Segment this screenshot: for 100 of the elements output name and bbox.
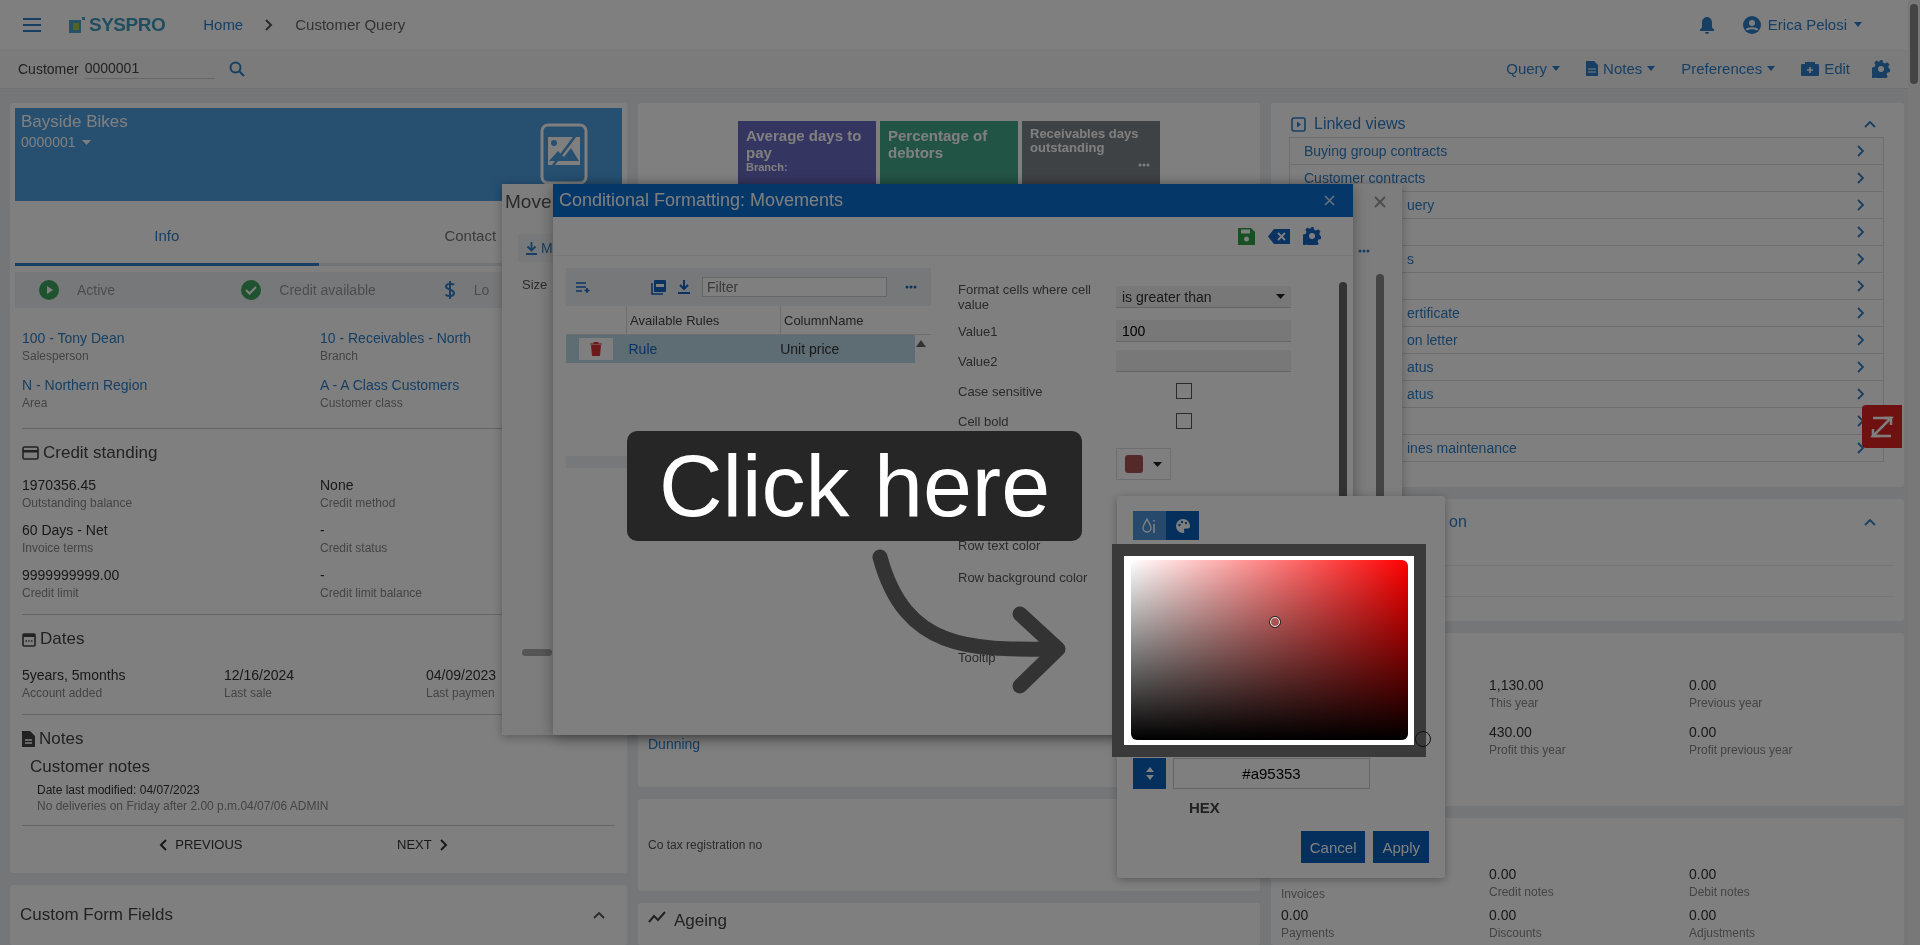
value-field[interactable]: 100 <box>1116 320 1291 342</box>
chevron-right-icon <box>1857 172 1865 184</box>
chevron-right-icon <box>1857 307 1865 319</box>
stat-label: Adjustments <box>1689 926 1757 940</box>
scrollbar[interactable] <box>1908 0 1920 945</box>
kpi-title: Percentage of debtors <box>888 127 989 161</box>
toolbar-menu[interactable]: Query <box>1500 59 1567 78</box>
previous-button[interactable]: PREVIOUS <box>153 836 249 853</box>
field-value[interactable]: N - Northern Region <box>22 377 270 393</box>
toolbar-menu[interactable]: Notes <box>1580 59 1662 78</box>
field-label: Customer class <box>320 396 404 410</box>
delete-button[interactable] <box>578 338 613 360</box>
search-icon[interactable] <box>228 60 245 77</box>
table-cell[interactable]: Rule <box>625 341 778 357</box>
palette-mode-button[interactable] <box>1166 511 1199 540</box>
chevron-right-icon <box>1857 388 1865 400</box>
customer-field[interactable]: 0000001 <box>84 58 215 79</box>
caret-icon <box>1647 66 1656 71</box>
checkbox[interactable] <box>1176 413 1192 429</box>
value-field[interactable] <box>1116 350 1291 372</box>
notes-subtitle: Customer notes <box>29 756 151 777</box>
field-value: 60 Days - Net <box>22 522 109 538</box>
stat-value: 0.00 <box>1689 677 1718 693</box>
field-value: 1970356.45 <box>22 477 97 493</box>
stat-value: 430.00 <box>1489 724 1533 740</box>
section-title: Notes <box>39 729 84 749</box>
color-dropdown[interactable] <box>1116 448 1171 480</box>
close-icon[interactable] <box>1374 196 1386 208</box>
stat-label: Discounts <box>1489 926 1543 940</box>
stat-value: 0.00 <box>1489 866 1518 882</box>
tab[interactable]: Info <box>15 201 319 266</box>
chevron-left-icon <box>159 838 168 851</box>
caret-icon <box>1153 461 1162 467</box>
notes-text: No deliveries on Friday after 2.00 p.m.04/07/06 ADMIN <box>36 798 330 813</box>
caret-icon <box>1767 66 1776 71</box>
save-icon[interactable] <box>1238 227 1255 245</box>
column-header[interactable]: Available Rules <box>626 306 780 334</box>
toolbar-menu[interactable]: Preferences <box>1675 59 1782 78</box>
stat-value: 1,130.00 <box>1489 677 1545 693</box>
field-label: Value1 <box>958 323 999 339</box>
cancel-button[interactable]: Cancel <box>1300 831 1366 863</box>
checkbox[interactable] <box>1176 383 1192 399</box>
add-row-icon[interactable] <box>576 281 591 293</box>
column-header: Size <box>522 277 548 292</box>
field-label: Outstanding balance <box>22 496 134 510</box>
horizontal-scrollbar[interactable] <box>522 649 552 656</box>
customer-code-dropdown[interactable]: 0000001 <box>21 132 91 152</box>
collapse-icon[interactable] <box>593 911 605 919</box>
field-value[interactable]: 100 - Tony Dean <box>22 330 270 346</box>
floating-action-button[interactable] <box>1862 405 1902 448</box>
download-icon[interactable] <box>678 280 690 294</box>
credit-card-icon <box>22 446 39 460</box>
color-saturation-field[interactable] <box>1131 560 1408 740</box>
settings-icon[interactable] <box>1303 227 1321 245</box>
scroll-up-icon[interactable] <box>916 340 926 347</box>
format-label: HEX <box>1189 799 1221 816</box>
menu-icon[interactable] <box>22 16 42 33</box>
column-header[interactable]: ColumnName <box>780 306 920 334</box>
field-label: Last paymen <box>426 686 496 700</box>
callout-label: Click here <box>627 431 1082 541</box>
customer-label: Customer <box>18 60 79 77</box>
document-icon <box>1586 61 1599 76</box>
color-cursor[interactable] <box>1269 616 1281 628</box>
bell-icon[interactable] <box>1698 15 1715 34</box>
caret-icon <box>1276 294 1285 299</box>
section-title: Dates <box>40 629 85 649</box>
more-icon[interactable] <box>1358 249 1370 253</box>
collapse-icon[interactable] <box>1864 120 1876 128</box>
format-toggle-button[interactable] <box>1133 758 1166 789</box>
more-icon[interactable] <box>905 285 917 289</box>
download-icon[interactable] <box>526 241 537 255</box>
stat-value: 0.00 <box>1689 724 1718 740</box>
rule-row[interactable]: Rule Unit price <box>566 335 915 363</box>
condition-dropdown[interactable]: is greater than <box>1116 286 1291 308</box>
line-chart-icon <box>648 911 666 923</box>
more-icon[interactable] <box>1138 163 1150 167</box>
collapse-icon[interactable] <box>1864 518 1876 526</box>
field-label: Credit method <box>320 496 397 510</box>
droplet-icon <box>1141 517 1158 534</box>
next-button[interactable]: NEXT <box>391 836 454 853</box>
user-menu[interactable]: Erica Pelosi <box>1736 14 1868 35</box>
field-label: Tooltip <box>958 649 997 665</box>
pdf-icon[interactable] <box>651 279 666 295</box>
dunning-link[interactable]: Dunning <box>648 736 701 752</box>
logo-text: SYSPRO <box>89 13 166 36</box>
checkmark-icon <box>241 280 262 300</box>
hex-field[interactable]: #a95353 <box>1173 758 1370 789</box>
kpi-subtitle: Branch: <box>746 161 789 173</box>
apply-button[interactable]: Apply <box>1373 831 1429 863</box>
droplet-mode-button[interactable] <box>1133 511 1166 540</box>
chevron-right-icon <box>439 838 448 851</box>
breadcrumb-link[interactable]: Home <box>203 16 244 33</box>
clear-icon[interactable] <box>1268 228 1290 244</box>
chevron-right-icon <box>1857 334 1865 346</box>
settings-icon[interactable] <box>1872 59 1890 78</box>
chevron-right-icon <box>1857 226 1865 238</box>
filter-field[interactable]: Filter <box>702 277 887 297</box>
toolbar-menu[interactable]: Edit <box>1795 59 1856 78</box>
chevron-right-icon <box>1857 253 1865 265</box>
field-label: Last sale <box>224 686 274 700</box>
